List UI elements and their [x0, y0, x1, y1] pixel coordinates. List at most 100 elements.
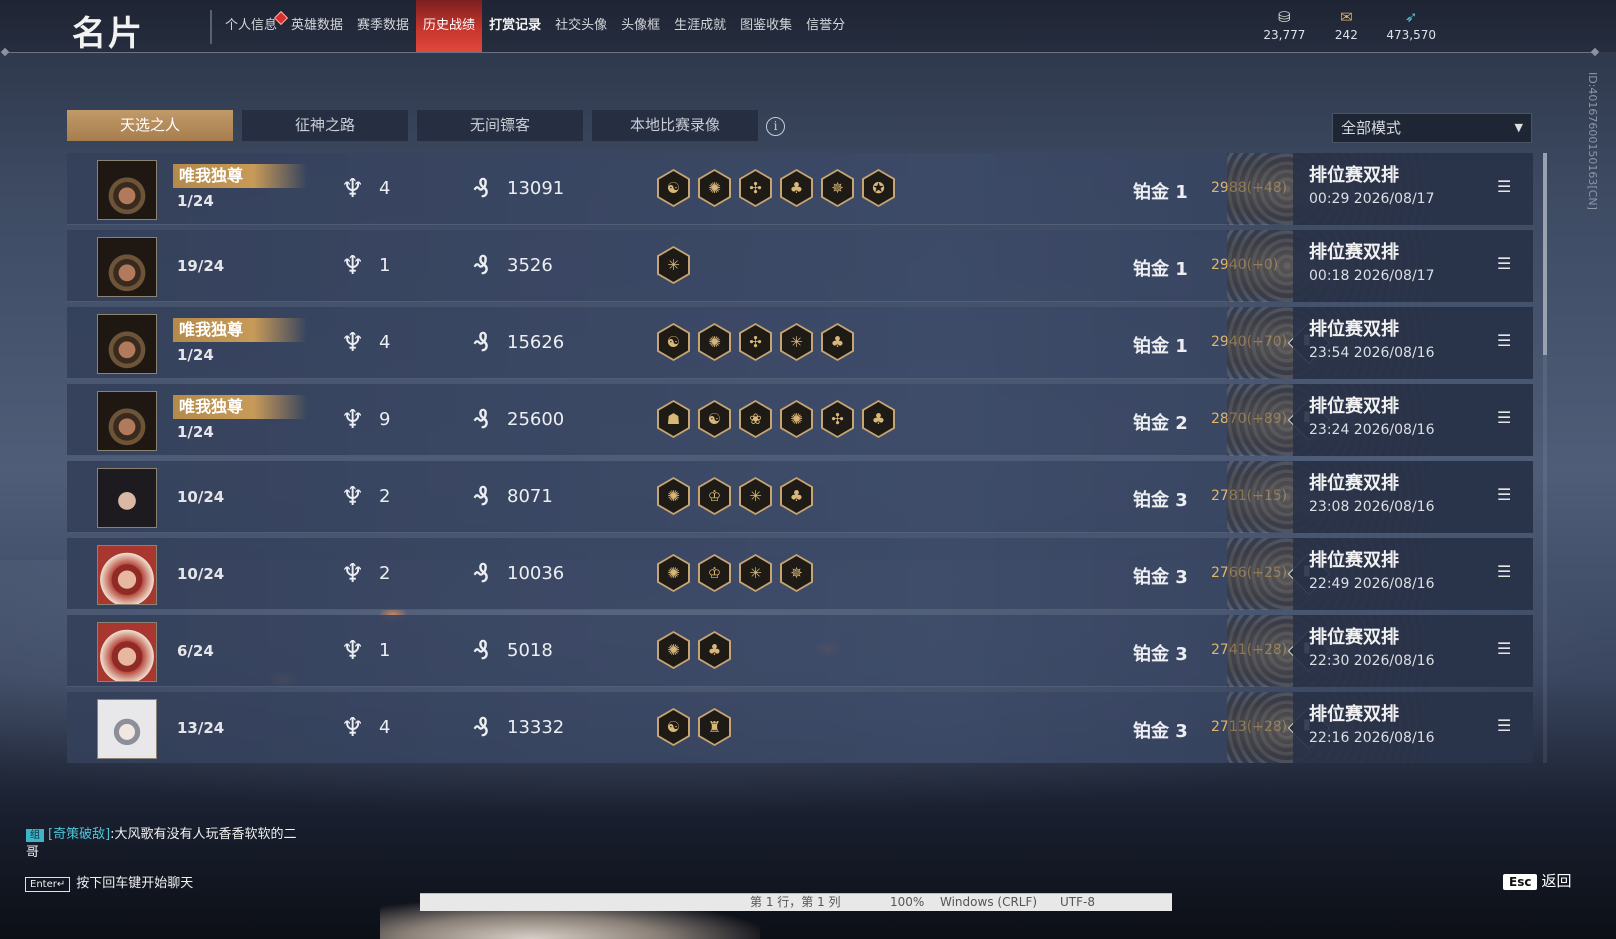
details-menu-icon[interactable]: ☰: [1497, 639, 1517, 659]
achievement-list: ✳: [657, 246, 690, 284]
achievement-badge-icon[interactable]: ☗: [657, 400, 690, 438]
details-menu-icon[interactable]: ☰: [1497, 408, 1517, 428]
achievement-glyph: ☗: [659, 402, 688, 436]
details-menu-icon[interactable]: ☰: [1497, 485, 1517, 505]
tab-career-achievements[interactable]: 生涯成就: [667, 0, 733, 52]
chat-sender[interactable]: [奇策破敌]: [48, 827, 110, 842]
achievement-glyph: ♣: [700, 633, 729, 667]
achievement-badge-icon[interactable]: ♣: [698, 631, 731, 669]
achievement-badge-icon[interactable]: ✳: [739, 554, 772, 592]
achievement-glyph: ✣: [741, 171, 770, 205]
achievement-badge-icon[interactable]: ✺: [780, 400, 813, 438]
match-row[interactable]: 唯我独尊1/24♆4₰15626☯✺✣✳♣铂金 12940(+70)▮排位赛双排…: [67, 307, 1533, 379]
achievement-badge-icon[interactable]: ✵: [780, 554, 813, 592]
top-rank-badge: 唯我独尊: [173, 318, 307, 342]
achievement-badge-icon[interactable]: ♣: [780, 169, 813, 207]
subtab-path-of-gods[interactable]: 征神之路: [242, 110, 408, 141]
details-menu-icon[interactable]: ☰: [1497, 254, 1517, 274]
achievement-badge-icon[interactable]: ✳: [657, 246, 690, 284]
hero-avatar: [97, 391, 157, 451]
achievement-badge-icon[interactable]: ✺: [657, 631, 690, 669]
tab-season-data[interactable]: 赛季数据: [350, 0, 416, 52]
achievement-glyph: ♣: [864, 402, 893, 436]
currency-tickets: ✉ 242: [1324, 8, 1368, 42]
tab-label: 头像框: [621, 18, 661, 33]
damage-value: 25600: [507, 409, 565, 430]
tab-collection[interactable]: 图鉴收集: [733, 0, 799, 52]
damage-icon: ₰: [473, 482, 490, 512]
header-divider: [4, 52, 1596, 53]
rank-tier: 铂金 1: [1133, 182, 1188, 203]
match-row[interactable]: 10/24♆2₰10036✺♔✳✵铂金 32766(+25)▮排位赛双排22:4…: [67, 538, 1533, 610]
scrollbar-thumb[interactable]: [1543, 153, 1547, 355]
list-scrollbar[interactable]: [1543, 153, 1547, 763]
damage-icon: ₰: [473, 405, 490, 435]
achievement-badge-icon[interactable]: ♔: [698, 554, 731, 592]
details-menu-icon[interactable]: ☰: [1497, 331, 1517, 351]
achievement-badge-icon[interactable]: ✺: [657, 477, 690, 515]
mode-filter-dropdown[interactable]: 全部模式 ▼: [1332, 113, 1532, 143]
match-row[interactable]: 13/24♆4₰13332☯♜铂金 32713(+28)▮排位赛双排22:16 …: [67, 692, 1533, 763]
achievement-badge-icon[interactable]: ☯: [657, 169, 690, 207]
mode-filter-value: 全部模式: [1341, 119, 1402, 137]
tab-match-history[interactable]: 历史战绩: [416, 0, 483, 52]
tab-credit-score[interactable]: 信誉分: [799, 0, 852, 52]
details-menu-icon[interactable]: ☰: [1497, 716, 1517, 736]
achievement-badge-icon[interactable]: ✺: [657, 554, 690, 592]
achievement-badge-icon[interactable]: ♣: [862, 400, 895, 438]
achievement-badge-icon[interactable]: ✳: [780, 323, 813, 361]
details-menu-icon[interactable]: ☰: [1497, 177, 1517, 197]
achievement-badge-icon[interactable]: ♣: [821, 323, 854, 361]
tab-label: 生涯成就: [674, 18, 727, 33]
chat-hint[interactable]: Enter↵ 按下回车键开始聊天: [25, 872, 193, 892]
top-bar: 名片 个人信息 英雄数据 赛季数据 历史战绩 打赏记录 社交头像 头像框 生涯成…: [0, 0, 1616, 54]
placement: 1/24: [177, 423, 214, 441]
title-divider: [210, 10, 212, 44]
hero-avatar: [97, 545, 157, 605]
info-icon[interactable]: i: [766, 117, 785, 136]
placement: 13/24: [177, 719, 225, 737]
kills-icon: ♆: [341, 251, 365, 281]
back-button[interactable]: Esc 返回: [1503, 870, 1571, 891]
match-time: 22:30 2026/08/16: [1309, 653, 1435, 669]
match-row[interactable]: 唯我独尊1/24♆4₰13091☯✺✣♣✵✪铂金 12988(+48)排位赛双排…: [67, 153, 1533, 225]
achievement-badge-icon[interactable]: ✣: [821, 400, 854, 438]
achievement-badge-icon[interactable]: ☯: [657, 708, 690, 746]
match-time: 23:08 2026/08/16: [1309, 499, 1435, 515]
subtab-escort[interactable]: 无间镖客: [417, 110, 583, 141]
achievement-badge-icon[interactable]: ♣: [780, 477, 813, 515]
achievement-badge-icon[interactable]: ✺: [698, 169, 731, 207]
kill-count: 4: [379, 332, 391, 353]
details-menu-icon[interactable]: ☰: [1497, 562, 1517, 582]
tab-tip-records[interactable]: 打赏记录: [482, 0, 548, 52]
achievement-list: ☯ ✺ ✣ ♣ ✵ ✪: [657, 169, 895, 207]
tab-label: 信誉分: [806, 18, 846, 33]
tab-avatar-frame[interactable]: 头像框: [614, 0, 667, 52]
achievement-glyph: ☯: [700, 402, 729, 436]
achievement-badge-icon[interactable]: ✺: [698, 323, 731, 361]
achievement-glyph: ☯: [659, 710, 688, 744]
match-row[interactable]: 唯我独尊1/24♆9₰25600☗☯❀✺✣♣铂金 22870(+89)▮排位赛双…: [67, 384, 1533, 456]
match-row[interactable]: 10/24♆2₰8071✺♔✳♣铂金 32781(+15)排位赛双排23:08 …: [67, 461, 1533, 533]
achievement-badge-icon[interactable]: ✪: [862, 169, 895, 207]
match-mode: 排位赛双排: [1309, 704, 1399, 725]
subtab-chosen-one[interactable]: 天选之人: [67, 110, 233, 141]
player-id: ID:4016760015016​3[CN]: [1586, 72, 1599, 210]
achievement-badge-icon[interactable]: ❀: [739, 400, 772, 438]
achievement-badge-icon[interactable]: ☯: [698, 400, 731, 438]
tab-hero-data[interactable]: 英雄数据: [284, 0, 350, 52]
achievement-badge-icon[interactable]: ♜: [698, 708, 731, 746]
kills-icon: ♆: [341, 559, 365, 589]
match-row[interactable]: 19/24♆1₰3526✳铂金 12940(+0)排位赛双排00:18 2026…: [67, 230, 1533, 302]
subtab-local-replays[interactable]: 本地比赛录像: [592, 110, 758, 141]
achievement-badge-icon[interactable]: ✵: [821, 169, 854, 207]
match-row[interactable]: 6/24♆1₰5018✺♣铂金 32741(+28)▮排位赛双排22:30 20…: [67, 615, 1533, 687]
achievement-badge-icon[interactable]: ✣: [739, 169, 772, 207]
achievement-badge-icon[interactable]: ☯: [657, 323, 690, 361]
achievement-badge-icon[interactable]: ♔: [698, 477, 731, 515]
achievement-badge-icon[interactable]: ✳: [739, 477, 772, 515]
achievement-badge-icon[interactable]: ✣: [739, 323, 772, 361]
achievement-glyph: ☯: [659, 171, 688, 205]
tab-profile[interactable]: 个人信息: [218, 0, 289, 52]
tab-social-avatar[interactable]: 社交头像: [548, 0, 614, 52]
